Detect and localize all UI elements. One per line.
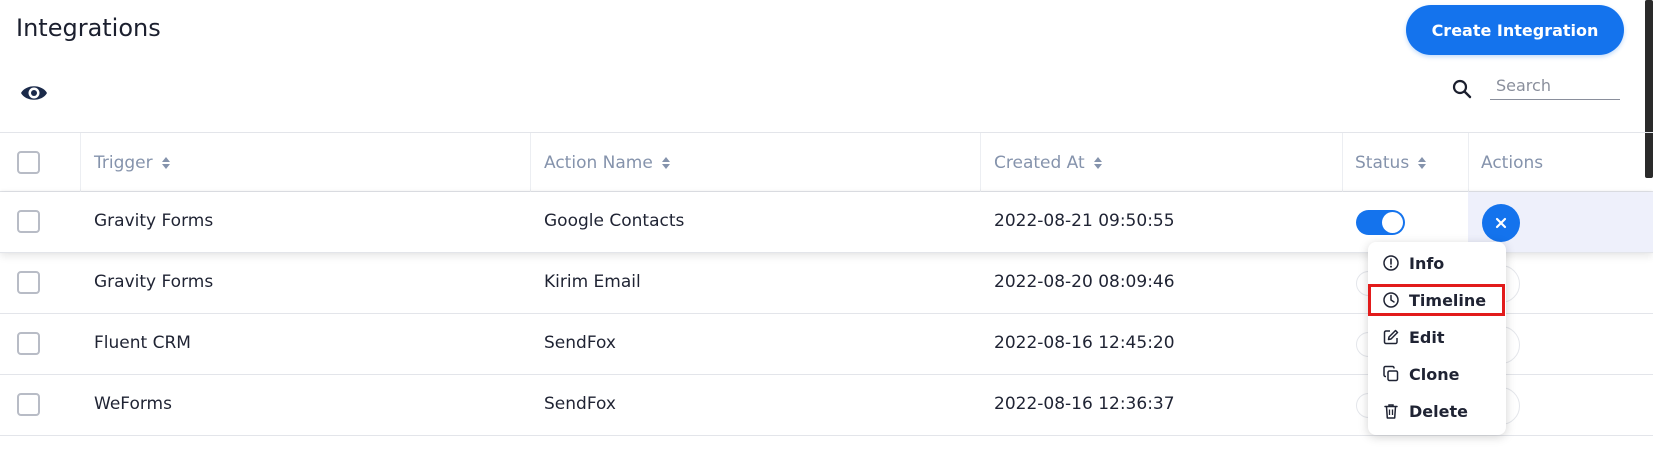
close-icon [1495, 217, 1507, 229]
menu-item-clone[interactable]: Clone [1368, 358, 1506, 390]
action-name-cell: Google Contacts [544, 211, 685, 231]
column-divider [1342, 133, 1343, 193]
table-header: Trigger Action Name Created At Status Ac… [0, 132, 1653, 193]
trigger-cell: Fluent CRM [94, 333, 191, 353]
menu-item-edit[interactable]: Edit [1368, 321, 1506, 353]
created-at-cell: 2022-08-20 08:09:46 [994, 272, 1175, 292]
trash-icon [1384, 404, 1398, 419]
sort-icon[interactable] [1093, 156, 1103, 170]
column-header-action-name[interactable]: Action Name [544, 153, 671, 173]
menu-item-timeline[interactable]: Timeline [1368, 284, 1506, 316]
action-name-cell: SendFox [544, 333, 616, 353]
page-title: Integrations [16, 14, 161, 42]
column-header-label: Actions [1481, 153, 1544, 173]
column-header-label: Status [1355, 153, 1410, 173]
column-divider [980, 133, 981, 193]
column-header-actions: Actions [1481, 153, 1543, 173]
eye-icon[interactable] [19, 80, 49, 106]
column-header-label: Created At [994, 153, 1085, 173]
info-icon [1383, 255, 1399, 271]
menu-item-label: Clone [1409, 364, 1460, 384]
trigger-cell: Gravity Forms [94, 211, 214, 231]
sort-icon[interactable] [1417, 156, 1427, 170]
row-checkbox[interactable] [17, 210, 40, 233]
row-checkbox[interactable] [17, 271, 40, 294]
column-header-trigger[interactable]: Trigger [94, 153, 171, 173]
select-all-checkbox[interactable] [17, 151, 40, 174]
sort-icon[interactable] [661, 156, 671, 170]
menu-item-label: Timeline [1409, 290, 1487, 310]
column-divider [530, 133, 531, 193]
copy-icon [1383, 365, 1399, 382]
column-header-label: Trigger [94, 153, 153, 173]
row-checkbox[interactable] [17, 393, 40, 416]
action-name-cell: Kirim Email [544, 272, 641, 292]
column-header-status[interactable]: Status [1355, 153, 1427, 173]
created-at-cell: 2022-08-21 09:50:55 [994, 211, 1175, 231]
create-integration-button[interactable]: Create Integration [1406, 5, 1624, 55]
trigger-cell: WeForms [94, 394, 172, 414]
toggle-knob [1382, 212, 1403, 233]
created-at-cell: 2022-08-16 12:36:37 [994, 394, 1175, 414]
menu-item-label: Info [1409, 253, 1445, 273]
created-at-cell: 2022-08-16 12:45:20 [994, 333, 1175, 353]
search-icon [1452, 79, 1472, 99]
column-header-label: Action Name [544, 153, 653, 173]
menu-item-delete[interactable]: Delete [1368, 395, 1506, 427]
sort-icon[interactable] [161, 156, 171, 170]
status-toggle[interactable] [1356, 210, 1405, 235]
menu-item-label: Edit [1409, 327, 1445, 347]
column-divider [1468, 133, 1469, 193]
column-header-created-at[interactable]: Created At [994, 153, 1103, 173]
menu-item-label: Delete [1409, 401, 1468, 421]
action-name-cell: SendFox [544, 394, 616, 414]
menu-item-info[interactable]: Info [1368, 247, 1506, 279]
edit-icon [1383, 329, 1399, 345]
row-checkbox[interactable] [17, 332, 40, 355]
clock-icon [1383, 292, 1399, 308]
trigger-cell: Gravity Forms [94, 272, 214, 292]
close-actions-button[interactable] [1482, 204, 1520, 242]
search-input[interactable] [1490, 72, 1620, 100]
row-actions-menu: Info Timeline Edit Clone Delete [1368, 242, 1506, 435]
column-divider [80, 133, 81, 193]
